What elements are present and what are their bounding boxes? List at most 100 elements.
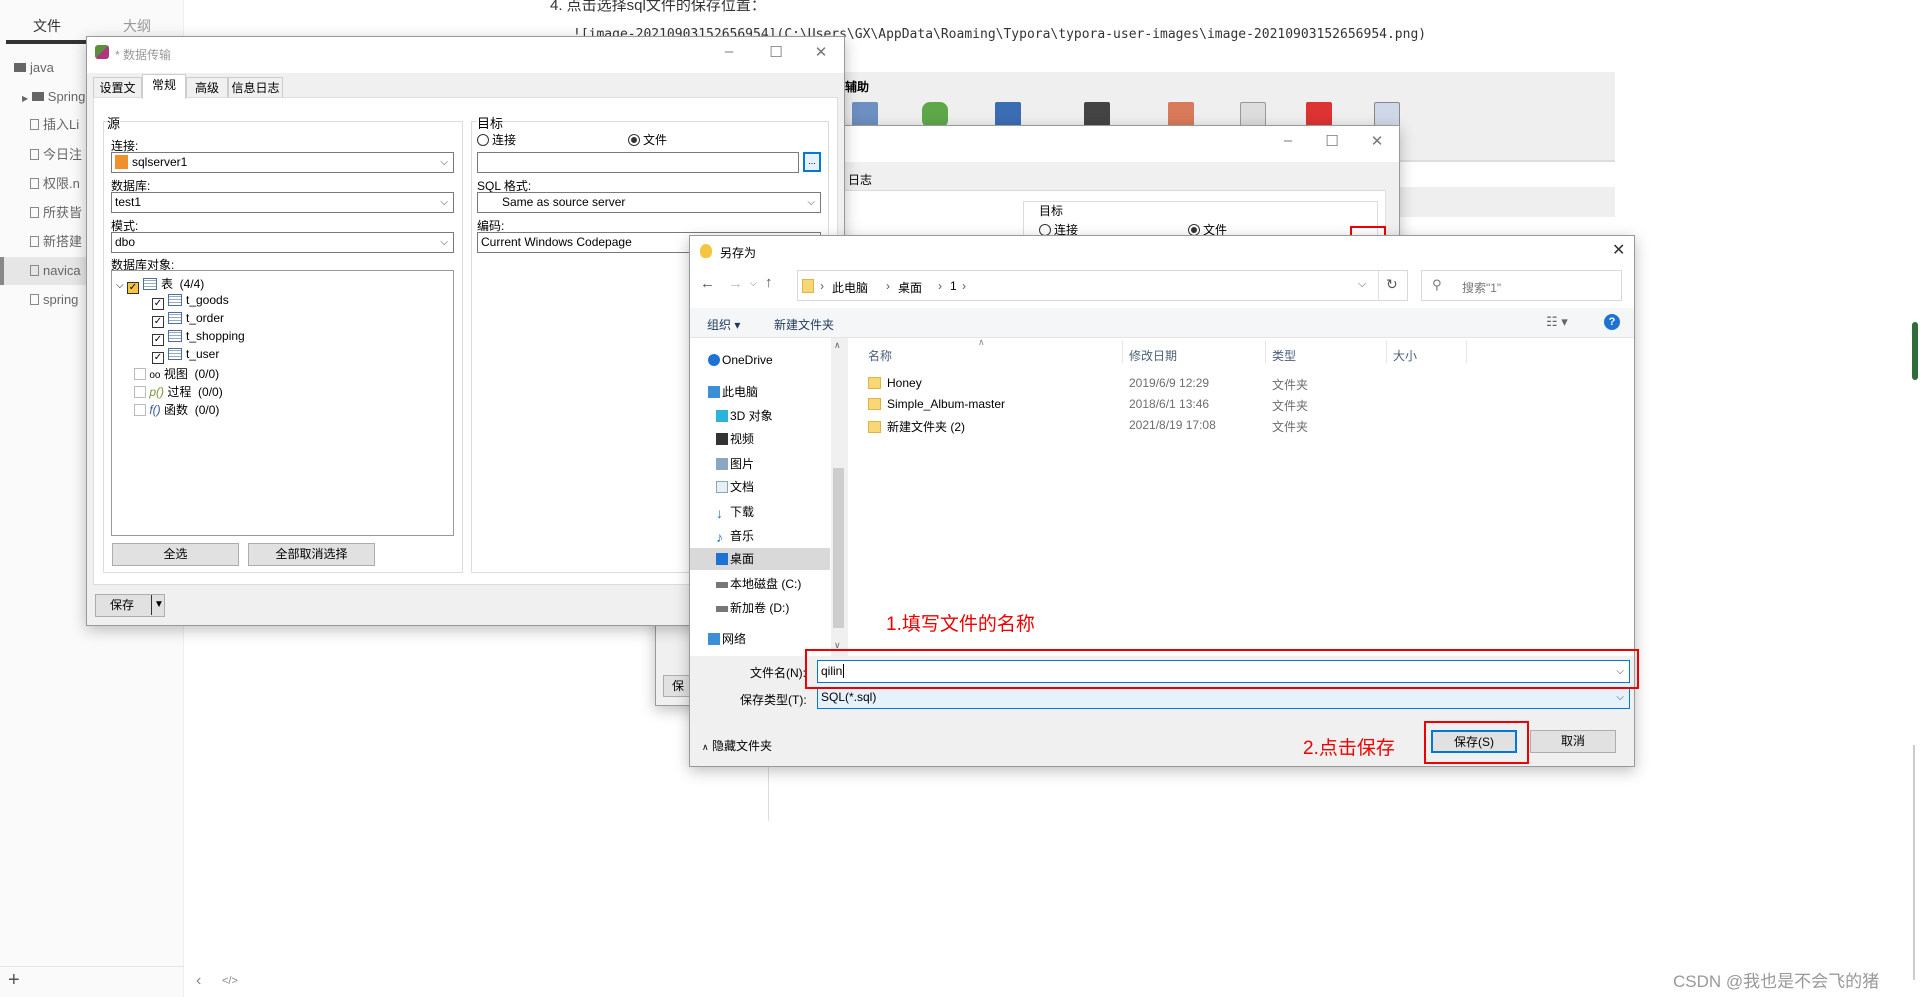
filetype-label: 保存类型(T): [740,693,807,707]
tree-node-views[interactable]: oo 视图 (0/0) [134,365,219,382]
tab-files[interactable]: 文件 [33,16,61,36]
tab-general[interactable]: 常规 [142,74,186,99]
sidebar-footer: + [0,966,184,997]
column-name[interactable]: 名称 [868,347,892,364]
browse-button[interactable]: ... [803,152,821,172]
editor-scrollbar-track[interactable] [1913,745,1915,980]
editor-scrollbar-thumb[interactable] [1912,322,1918,380]
refresh-icon[interactable]: ↻ [1386,276,1398,293]
tab-log[interactable]: 信息日志 [228,77,283,98]
nav-item-documents[interactable]: 文档 [690,476,830,498]
tab-settings-file[interactable]: 设置文件 [93,77,142,115]
hide-folders-toggle[interactable]: ∧ 隐藏文件夹 [702,737,772,754]
column-type[interactable]: 类型 [1272,347,1296,364]
file-icon [30,178,39,189]
address-bar[interactable]: › 此电脑 › 桌面 › 1 › ⌵ ↻ [797,270,1408,301]
embedded-menu-label: 辅助 [845,80,870,94]
close-button[interactable]: ✕ [809,43,833,61]
deselect-all-button[interactable]: 全部取消选择 [248,543,375,566]
recent-dropdown-icon[interactable]: ⌵ [750,278,757,289]
nav-item-onedrive[interactable]: OneDrive [690,349,830,371]
organize-menu[interactable]: 组织 ▾ [707,316,740,333]
nav-item-pictures[interactable]: 图片 [690,453,830,475]
cancel-button[interactable]: 取消 [1530,730,1616,753]
tree-node-table[interactable]: ✓ t_shopping [152,329,245,346]
new-folder-button[interactable]: 新建文件夹 [774,316,834,333]
dialog-title: 另存为 [720,246,757,260]
column-date[interactable]: 修改日期 [1129,347,1177,364]
watermark: CSDN @我也是不会飞的猪 [1673,972,1880,991]
filetype-select[interactable]: SQL(*.sql) ⌵ [817,687,1630,709]
breadcrumb-folder[interactable]: 1 [950,279,957,293]
close-button[interactable]: ✕ [1365,132,1389,150]
add-file-button[interactable]: + [8,969,20,992]
nav-item-desktop[interactable]: 桌面 [690,548,830,570]
tree-node-table[interactable]: ✓ t_user [152,347,219,364]
breadcrumb-desktop[interactable]: 桌面 [898,279,922,296]
nav-item-videos[interactable]: 视频 [690,428,830,450]
objects-tree: ⌵ ✓ 表 (4/4) ✓ t_goods ✓ t_order ✓ t_shopping… [111,270,454,536]
close-button[interactable]: ✕ [1612,240,1625,260]
nav-item-3d-objects[interactable]: 3D 对象 [690,405,830,427]
nav-item-drive-d[interactable]: 新加卷 (D:) [690,597,830,619]
tree-node-procedures[interactable]: p() 过程 (0/0) [134,383,223,400]
active-tab-indicator [6,40,92,44]
window-title: * 数据传输 [115,48,172,62]
connection-select[interactable]: sqlserver1 ⌵ [111,152,454,173]
picture-icon [716,458,728,470]
tree-node-functions[interactable]: f() 函数 (0/0) [134,401,219,418]
up-arrow-icon[interactable]: ↑ [765,274,773,291]
select-all-button[interactable]: 全选 [112,543,239,566]
save-button[interactable]: 保存 ▼ [95,594,165,617]
nav-item-this-pc[interactable]: 此电脑 [690,381,830,403]
sort-indicator-icon: ∧ [978,337,985,347]
nav-item-downloads[interactable]: ↓ 下载 [690,501,830,523]
nav-item-music[interactable]: ♪ 音乐 [690,525,830,547]
tree-node-tables[interactable]: ⌵ ✓ 表 (4/4) [116,275,204,294]
table-icon [168,348,182,360]
minimize-button[interactable]: – [717,43,741,60]
nav-scrollbar[interactable]: ∧ ∨ [831,338,846,656]
computer-icon [708,386,720,398]
chevron-down-icon: ⌵ [440,237,448,248]
database-select[interactable]: test1 ⌵ [111,192,454,213]
back-arrow-icon[interactable]: ← [700,275,715,292]
view-options-icon[interactable]: ☷ ▾ [1546,314,1568,330]
maximize-button[interactable]: ☐ [764,43,788,61]
tree-node-table[interactable]: ✓ t_goods [152,293,229,310]
tree-node-table[interactable]: ✓ t_order [152,311,224,328]
cube-icon [716,410,728,422]
nav-item-drive-c[interactable]: 本地磁盘 (C:) [690,573,830,595]
file-row[interactable]: Simple_Album-master 2018/6/1 13:46 文件夹 [868,397,1308,415]
breadcrumb-this-pc[interactable]: 此电脑 [832,279,868,296]
file-icon [30,149,39,160]
radio-file[interactable]: 文件 [628,131,667,148]
annotation-step2: 2.点击保存 [1303,738,1395,759]
table-icon [168,312,182,324]
address-dropdown-icon[interactable]: ⌵ [1358,278,1366,291]
chevron-down-icon: ⌵ [440,157,448,168]
sql-format-select[interactable]: Same as source server ⌵ [477,192,821,213]
forward-arrow-icon[interactable]: → [728,275,743,292]
source-mode-button[interactable]: </> [222,975,238,987]
video-icon [716,433,728,445]
search-icon: ⚲ [1432,277,1442,292]
file-row[interactable]: 新建文件夹 (2) 2021/8/19 17:08 文件夹 [868,418,1308,436]
nav-item-network[interactable]: 网络 [690,628,830,650]
tab-advanced[interactable]: 高级 [186,77,228,98]
target-file-input[interactable] [477,152,799,173]
maximize-button[interactable]: ☐ [1320,132,1344,150]
chevron-down-icon: ⌵ [1616,692,1624,703]
minimize-button[interactable]: – [1276,132,1300,149]
network-icon [708,633,720,645]
column-size[interactable]: 大小 [1393,347,1417,364]
tab-log[interactable]: 日志 [848,171,872,188]
file-row[interactable]: Honey 2019/6/9 12:29 文件夹 [868,376,1308,394]
help-icon[interactable]: ? [1604,314,1620,330]
schema-select[interactable]: dbo ⌵ [111,232,454,253]
file-icon [30,207,39,218]
radio-connect[interactable]: 连接 [477,131,516,148]
search-input[interactable]: ⚲ 搜索"1" [1421,270,1622,301]
tab-outline[interactable]: 大纲 [123,16,151,36]
back-button[interactable]: ‹ [196,972,201,990]
